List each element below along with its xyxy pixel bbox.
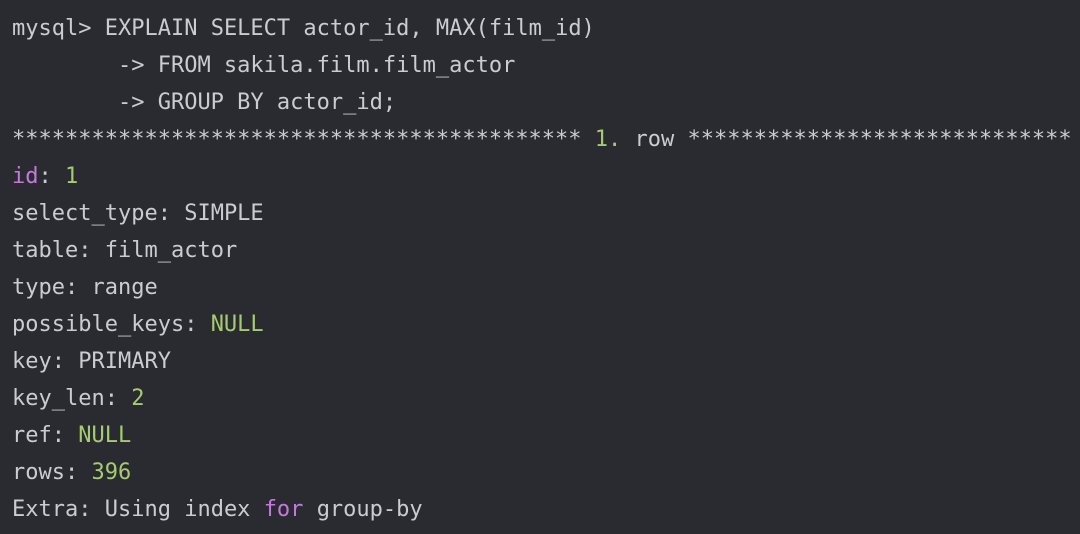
field-value: film_actor bbox=[104, 238, 238, 263]
field-value: SIMPLE bbox=[184, 201, 264, 226]
field-label: type bbox=[12, 275, 65, 300]
field-value: Using index bbox=[104, 497, 251, 522]
field-row-key: key: PRIMARY bbox=[12, 349, 171, 374]
field-row-rows: rows: 396 bbox=[12, 460, 132, 485]
field-label: key bbox=[12, 349, 52, 374]
field-value: NULL bbox=[78, 423, 132, 448]
field-row-key-len: key_len: 2 bbox=[12, 386, 145, 411]
field-value: PRIMARY bbox=[78, 349, 171, 374]
field-label: possible_keys bbox=[12, 312, 185, 337]
mysql-prompt: mysql> bbox=[12, 16, 92, 41]
field-label: key_len bbox=[12, 386, 105, 411]
field-value: group-by bbox=[316, 497, 423, 522]
field-label: ref bbox=[12, 423, 52, 448]
query-text: -> GROUP BY actor_id; bbox=[117, 90, 397, 115]
field-row-table: table: film_actor bbox=[12, 238, 238, 263]
terminal-window[interactable]: mysql> EXPLAIN SELECT actor_id, MAX(film… bbox=[0, 0, 1080, 534]
separator-stars: ****************************************… bbox=[12, 127, 582, 152]
field-label: table bbox=[12, 238, 79, 263]
field-value-keyword: for bbox=[263, 497, 304, 522]
row-separator: ****************************************… bbox=[12, 121, 1080, 158]
field-row-type: type: range bbox=[12, 275, 158, 300]
field-value: 2 bbox=[131, 386, 145, 411]
field-value: range bbox=[91, 275, 158, 300]
query-line-1: mysql> EXPLAIN SELECT actor_id, MAX(film… bbox=[12, 10, 1080, 47]
field-row-select-type: select_type: SIMPLE bbox=[12, 201, 264, 226]
field-row-extra: Extra: Using index for group-by bbox=[12, 497, 423, 522]
field-row-id: id: 1 bbox=[12, 164, 79, 189]
field-label: select_type bbox=[12, 201, 158, 226]
field-row-possible-keys: possible_keys: NULL bbox=[12, 312, 264, 337]
query-line-2: -> FROM sakila.film.film_actor bbox=[12, 47, 1080, 84]
field-value: 1 bbox=[65, 164, 79, 189]
separator-stars: ***************************** bbox=[687, 127, 1072, 152]
query-line-3: -> GROUP BY actor_id; bbox=[12, 84, 1080, 121]
field-value: NULL bbox=[210, 312, 264, 337]
row-word: row bbox=[634, 127, 675, 152]
field-label: id bbox=[12, 164, 39, 189]
row-number: 1. bbox=[594, 127, 622, 152]
field-row-ref: ref: NULL bbox=[12, 423, 132, 448]
field-label: rows bbox=[12, 460, 65, 485]
field-label: Extra bbox=[12, 497, 79, 522]
query-text: EXPLAIN SELECT actor_id, MAX(film_id) bbox=[104, 16, 595, 41]
query-text: -> FROM sakila.film.film_actor bbox=[117, 53, 516, 78]
field-value: 396 bbox=[91, 460, 132, 485]
